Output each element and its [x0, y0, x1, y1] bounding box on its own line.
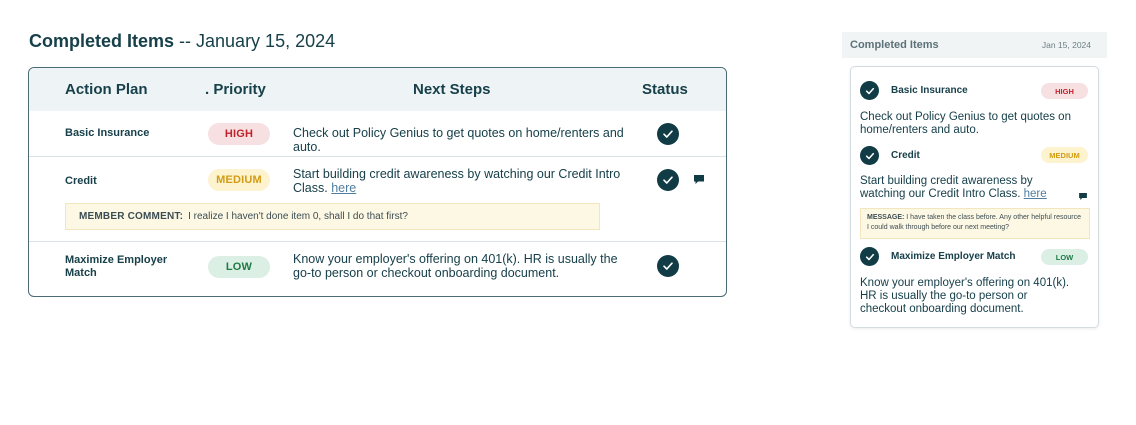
priority-badge: LOW	[208, 256, 270, 278]
comment-icon[interactable]	[1079, 193, 1087, 200]
mobile-message-label: MESSAGE:	[867, 214, 905, 221]
mobile-item-name: Basic Insurance	[891, 85, 968, 96]
page-title-bold: Completed Items	[29, 31, 175, 51]
table-row: Basic Insurance HIGH Check out Policy Ge…	[29, 111, 726, 156]
column-header-status: Status	[642, 81, 688, 98]
mobile-priority-badge: HIGH	[1041, 83, 1088, 99]
page-title-date: -- January 15, 2024	[174, 31, 336, 51]
action-plan-cell: Credit	[65, 175, 97, 187]
mobile-items-card: Basic Insurance HIGH Check out Policy Ge…	[850, 66, 1099, 328]
comment-icon[interactable]	[694, 175, 704, 184]
mobile-date: Jan 15, 2024	[1041, 40, 1091, 50]
mobile-item-name: Maximize Employer Match	[891, 251, 1016, 262]
column-header-priority: . Priority	[205, 81, 266, 98]
check-circle-icon	[657, 123, 679, 145]
member-comment: MEMBER COMMENT: I realize I haven't done…	[65, 203, 600, 230]
completed-items-table: Action Plan . Priority Next Steps Status…	[28, 67, 727, 297]
table-row: Maximize Employer Match LOW Know your em…	[29, 242, 726, 296]
next-steps-cell: Check out Policy Genius to get quotes on…	[293, 126, 624, 154]
member-comment-label: MEMBER COMMENT:	[79, 211, 184, 222]
mobile-item-name: Credit	[891, 150, 920, 161]
check-circle-icon	[860, 146, 879, 165]
mobile-item-steps: Start building credit awareness by watch…	[860, 175, 1075, 201]
next-steps-cell: Start building credit awareness by watch…	[293, 167, 623, 195]
priority-badge: HIGH	[208, 123, 270, 145]
next-steps-cell: Know your employer's offering on 401(k).…	[293, 252, 618, 280]
mobile-message: MESSAGE: I have taken the class before. …	[860, 208, 1090, 239]
check-circle-icon	[657, 255, 679, 277]
check-circle-icon	[860, 81, 879, 100]
mobile-title: Completed Items	[850, 39, 939, 51]
action-plan-cell: Basic Insurance	[65, 127, 150, 139]
column-header-next-steps: Next Steps	[413, 81, 491, 98]
class-link[interactable]: here	[331, 181, 356, 195]
mobile-priority-badge: MEDIUM	[1041, 147, 1088, 163]
check-circle-icon	[860, 247, 879, 266]
mobile-priority-badge: LOW	[1041, 249, 1088, 265]
table-row: Credit MEDIUM Start building credit awar…	[29, 157, 726, 241]
mobile-header: Completed Items Jan 15, 2024	[842, 32, 1107, 58]
priority-badge: MEDIUM	[208, 169, 270, 191]
mobile-item-steps: Check out Policy Genius to get quotes on…	[860, 111, 1071, 136]
member-comment-text: I realize I haven't done item 0, shall I…	[188, 211, 408, 222]
mobile-steps-text: Start building credit awareness by watch…	[860, 175, 1033, 200]
page-title: Completed Items -- January 15, 2024	[29, 31, 335, 52]
check-circle-icon	[657, 169, 679, 191]
column-header-action-plan: Action Plan	[65, 81, 148, 98]
action-plan-cell: Maximize Employer Match	[65, 254, 168, 279]
mobile-item-steps: Know your employer's offering on 401(k).…	[860, 277, 1070, 315]
mobile-class-link[interactable]: here	[1024, 188, 1047, 200]
table-header: Action Plan . Priority Next Steps Status	[29, 68, 726, 111]
